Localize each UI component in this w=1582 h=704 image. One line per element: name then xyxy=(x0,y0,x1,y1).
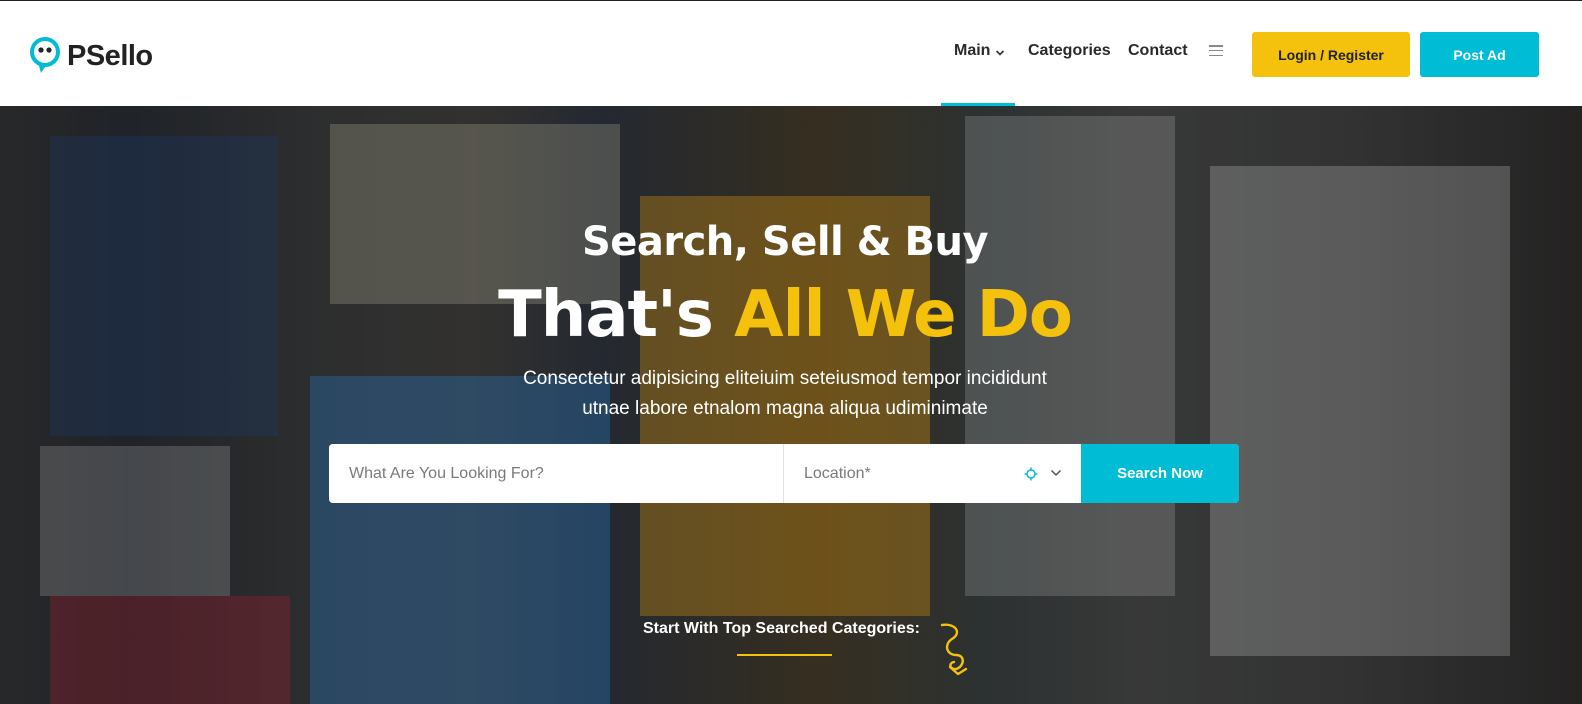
categories-underline xyxy=(737,654,832,656)
hero-tagline: That's All We Do xyxy=(0,278,1570,352)
hero-subtitle: Consectetur adipisicing eliteiuim seteiu… xyxy=(0,364,1570,424)
search-now-button[interactable]: Search Now xyxy=(1081,444,1239,503)
search-input[interactable] xyxy=(329,444,784,503)
hero-tagline-accent: All We Do xyxy=(734,278,1073,352)
nav-item-categories[interactable]: Categories xyxy=(1028,42,1111,60)
chevron-down-icon xyxy=(1050,469,1062,477)
hero-tagline-white: That's xyxy=(498,278,714,352)
location-placeholder: Location* xyxy=(804,464,871,482)
hero-subtitle-line1: Consectetur adipisicing eliteiuim seteiu… xyxy=(523,368,1047,389)
site-header: PSello Main Categories Contact Login / R… xyxy=(0,0,1582,106)
hero-subtitle-line2: utnae labore etnalom magna aliqua udimin… xyxy=(582,398,988,419)
categories-heading: Start With Top Searched Categories: xyxy=(643,620,920,637)
hero-headline: Search, Sell & Buy xyxy=(581,219,989,265)
squiggle-arrow-icon xyxy=(940,623,968,676)
hero-content: Search, Sell & Buy That's All We Do Cons… xyxy=(0,106,1582,704)
chevron-down-icon xyxy=(996,49,1005,56)
nav-item-main-label: Main xyxy=(954,42,991,59)
nav-item-contact[interactable]: Contact xyxy=(1128,42,1188,60)
logo[interactable]: PSello xyxy=(29,37,153,75)
hamburger-icon[interactable] xyxy=(1209,45,1223,57)
search-bar: Location* Search Now xyxy=(329,444,1239,503)
logo-text: PSello xyxy=(67,39,153,72)
login-register-button[interactable]: Login / Register xyxy=(1252,32,1410,77)
location-select[interactable]: Location* xyxy=(784,444,1081,503)
hero-section: Search, Sell & Buy That's All We Do Cons… xyxy=(0,106,1582,704)
post-ad-button[interactable]: Post Ad xyxy=(1420,32,1539,77)
crosshair-icon[interactable] xyxy=(1024,467,1038,481)
nav-item-main[interactable]: Main xyxy=(954,42,1005,60)
logo-icon xyxy=(30,37,60,73)
